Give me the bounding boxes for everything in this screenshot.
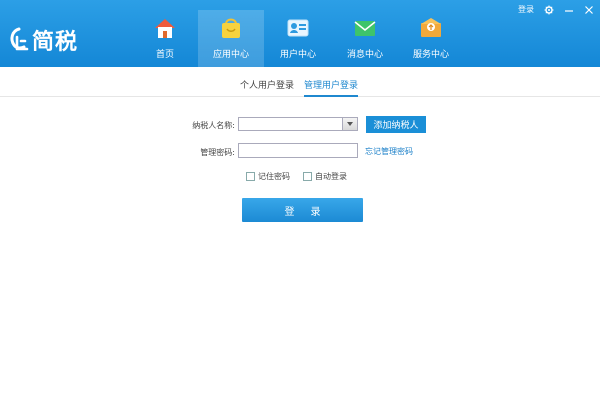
nav-message-center-label: 消息中心 bbox=[346, 50, 383, 60]
tab-admin-login[interactable]: 管理用户登录 bbox=[304, 78, 359, 97]
nav-user-center-label: 用户中心 bbox=[279, 50, 316, 60]
minimize-icon[interactable] bbox=[564, 5, 574, 15]
nav-service-center-label: 服务中心 bbox=[412, 50, 449, 60]
login-link[interactable]: 登录 bbox=[518, 4, 534, 15]
service-envelope-icon bbox=[421, 18, 441, 37]
app-header: 简税 首页 应用中心 用户中心 消息中心 服务中心 登录 bbox=[0, 0, 600, 67]
close-icon[interactable] bbox=[584, 5, 594, 15]
nav-app-center[interactable]: 应用中心 bbox=[198, 10, 264, 67]
shopping-bag-icon bbox=[222, 18, 240, 38]
login-button[interactable]: 登录 bbox=[242, 198, 363, 222]
home-icon bbox=[155, 19, 175, 38]
auto-login-checkbox[interactable] bbox=[303, 172, 312, 181]
auto-login-option[interactable]: 自动登录 bbox=[303, 171, 347, 182]
auto-login-label: 自动登录 bbox=[315, 172, 347, 181]
nav-message-center[interactable]: 消息中心 bbox=[332, 10, 398, 67]
envelope-icon bbox=[354, 21, 376, 36]
tab-personal-login[interactable]: 个人用户登录 bbox=[240, 78, 294, 95]
window-controls: 登录 bbox=[518, 4, 594, 15]
nav-home[interactable]: 首页 bbox=[132, 10, 198, 67]
logo-mark-icon bbox=[10, 27, 29, 51]
nav-app-center-label: 应用中心 bbox=[212, 50, 249, 60]
login-tabs: 个人用户登录 管理用户登录 bbox=[0, 74, 600, 97]
password-label: 管理密码: bbox=[200, 148, 235, 157]
nav-service-center[interactable]: 服务中心 bbox=[398, 10, 464, 67]
remember-password-option[interactable]: 记住密码 bbox=[246, 171, 290, 182]
remember-password-checkbox[interactable] bbox=[246, 172, 255, 181]
taxpayer-label: 纳税人名称: bbox=[192, 121, 235, 130]
password-field[interactable] bbox=[238, 143, 358, 158]
gear-icon[interactable] bbox=[544, 5, 554, 15]
app-logo: 简税 bbox=[8, 24, 78, 56]
forgot-password-link[interactable]: 忘记管理密码 bbox=[365, 146, 413, 157]
logo-text: 简税 bbox=[32, 30, 79, 55]
taxpayer-select[interactable] bbox=[238, 117, 358, 131]
remember-password-label: 记住密码 bbox=[258, 172, 290, 181]
chevron-down-icon[interactable] bbox=[342, 118, 357, 130]
add-taxpayer-button[interactable]: 添加纳税人 bbox=[366, 116, 426, 133]
nav-user-center[interactable]: 用户中心 bbox=[265, 10, 331, 67]
user-card-icon bbox=[287, 19, 309, 37]
nav-home-label: 首页 bbox=[155, 50, 174, 60]
